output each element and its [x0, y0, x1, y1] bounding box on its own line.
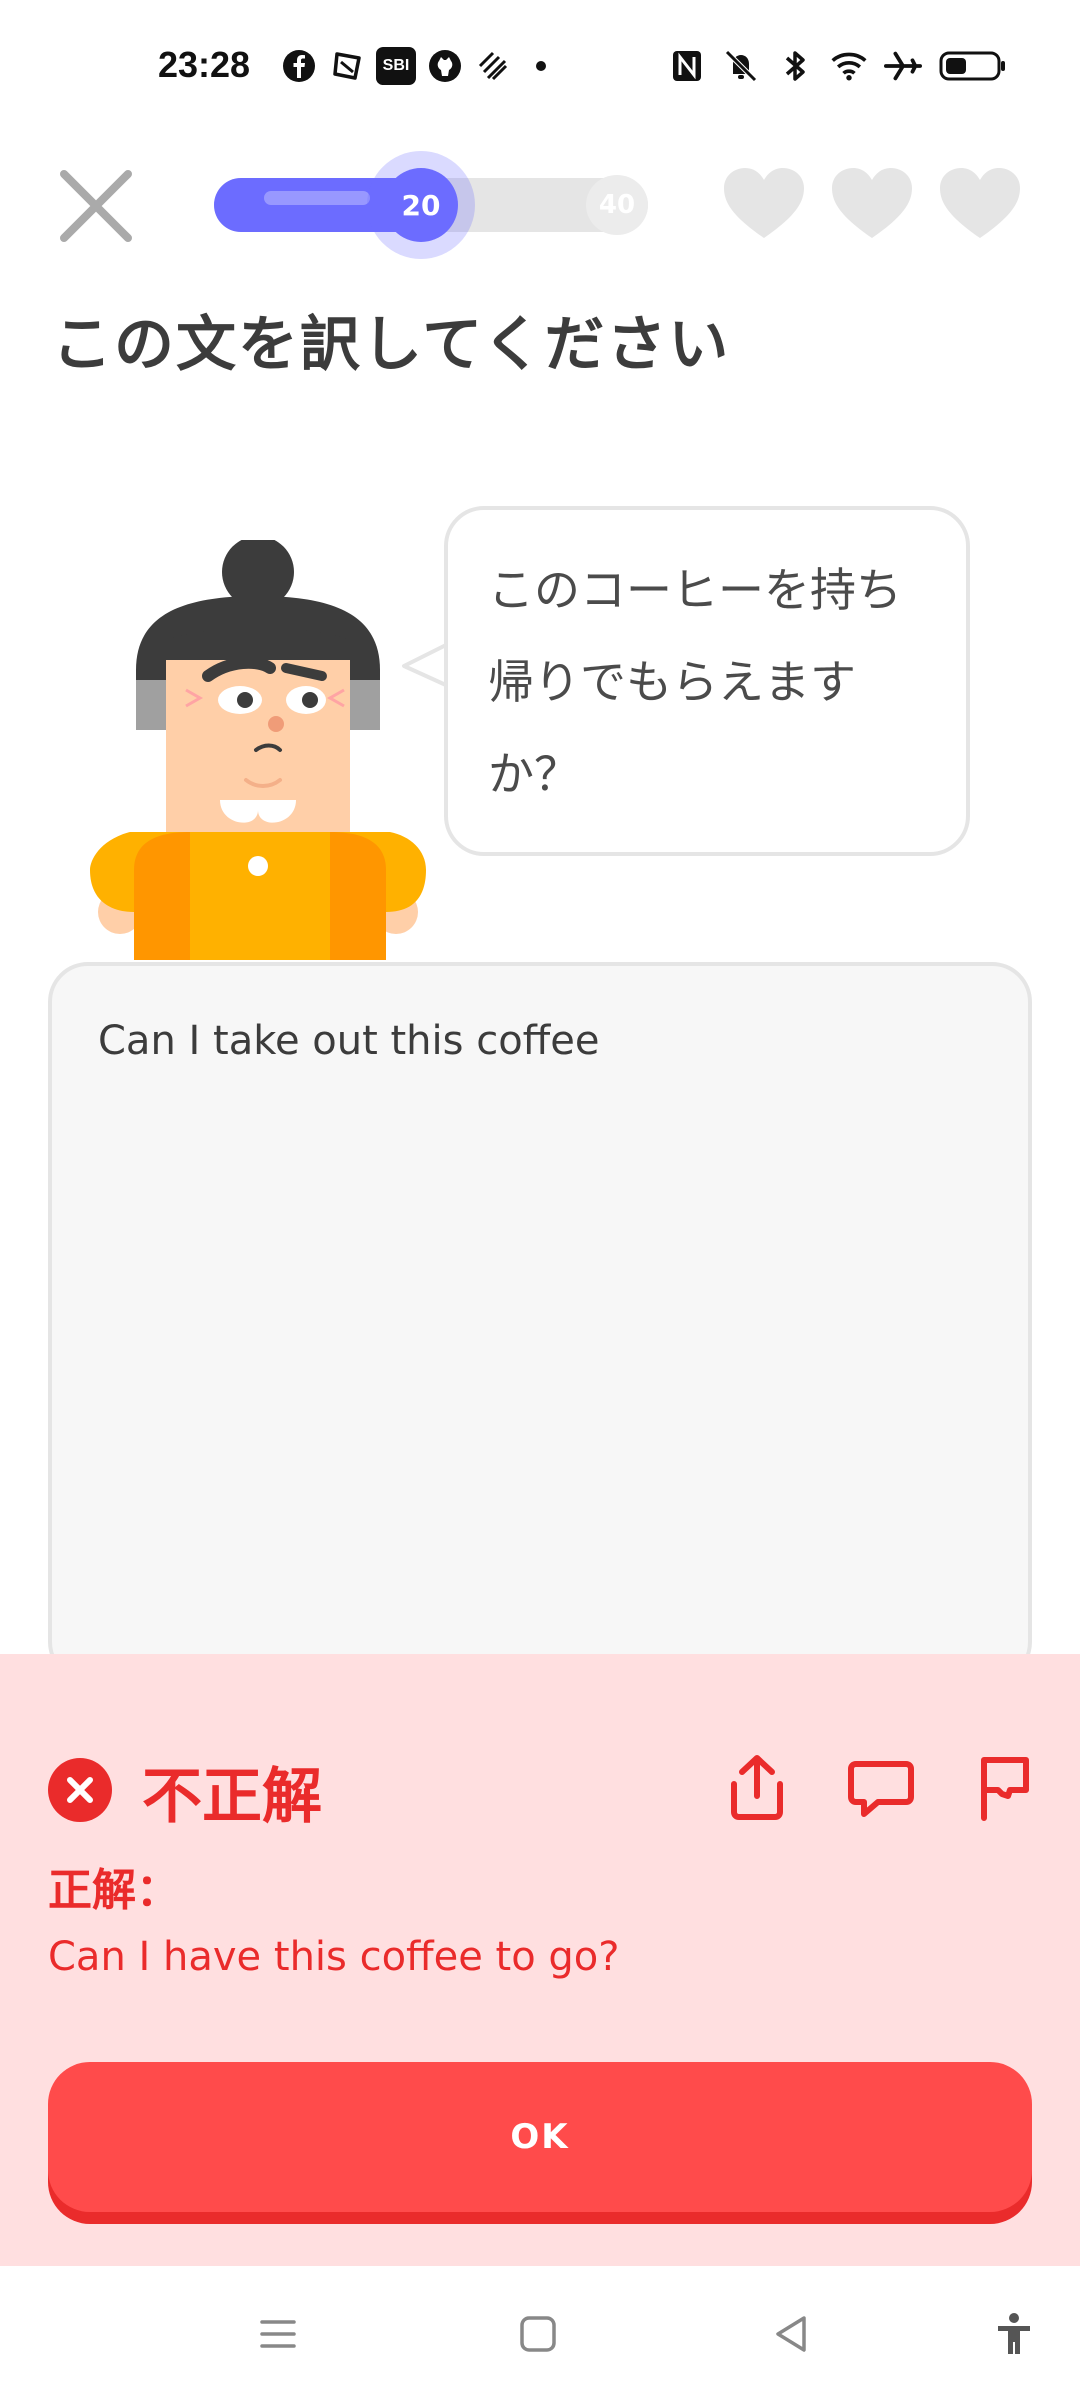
feedback-panel: 不正解 正解： Can I have this coffee to go? OK — [0, 1654, 1080, 2266]
page-title: この文を訳してください — [52, 310, 731, 380]
ok-button[interactable]: OK — [48, 2062, 1032, 2212]
status-bar: 23:28 SBI — [0, 0, 1080, 130]
heart-icon — [832, 168, 912, 238]
correct-answer-text: Can I have this coffee to go? — [48, 1934, 620, 1980]
dot-icon — [522, 47, 560, 85]
github-icon — [426, 47, 464, 85]
feedback-status: 不正解 — [142, 1762, 322, 1832]
feedback-actions — [720, 1750, 1042, 1824]
speech-line: か？ — [488, 747, 580, 801]
sbi-icon: SBI — [376, 47, 416, 85]
wifi-icon — [830, 47, 868, 85]
speech-line: このコーヒーを持ち — [488, 563, 902, 617]
comment-icon[interactable] — [844, 1750, 918, 1824]
menu-icon[interactable] — [254, 2310, 302, 2358]
mute-icon — [722, 47, 760, 85]
battery-icon — [938, 47, 1008, 85]
bluetooth-icon — [776, 47, 814, 85]
correct-answer-label: 正解： — [48, 1865, 180, 1916]
progress-shine — [264, 191, 370, 205]
progress-bar: 20 40 — [214, 151, 648, 259]
speech-line: 帰りでもらえます — [488, 655, 856, 709]
home-icon[interactable] — [514, 2310, 562, 2358]
system-nav-bar — [0, 2266, 1080, 2400]
speech-bubble: このコーヒーを持ち 帰りでもらえます か？ — [444, 506, 970, 856]
app-icon — [474, 47, 512, 85]
character-illustration — [90, 536, 450, 960]
heart-icon — [724, 168, 804, 238]
speech-bubble-tail — [402, 642, 449, 688]
close-icon[interactable] — [58, 168, 134, 244]
heart-icon — [940, 168, 1020, 238]
nfc-icon — [668, 47, 706, 85]
facebook-icon — [280, 47, 318, 85]
answer-text: Can I take out this coffee — [98, 1018, 600, 1064]
hearts — [722, 166, 1022, 240]
status-time: 23:28 — [158, 44, 251, 85]
report-flag-icon[interactable] — [968, 1750, 1042, 1824]
app-icon — [328, 47, 366, 85]
share-icon[interactable] — [720, 1750, 794, 1824]
back-icon[interactable] — [768, 2310, 816, 2358]
airplane-icon — [884, 47, 922, 85]
system-icons — [668, 44, 1008, 88]
progress-current: 20 — [384, 168, 458, 242]
answer-input[interactable]: Can I take out this coffee — [48, 962, 1032, 1682]
progress-end: 40 — [586, 175, 648, 235]
accessibility-icon[interactable] — [990, 2310, 1038, 2358]
incorrect-icon — [48, 1758, 112, 1822]
notification-icons: SBI — [280, 44, 560, 88]
